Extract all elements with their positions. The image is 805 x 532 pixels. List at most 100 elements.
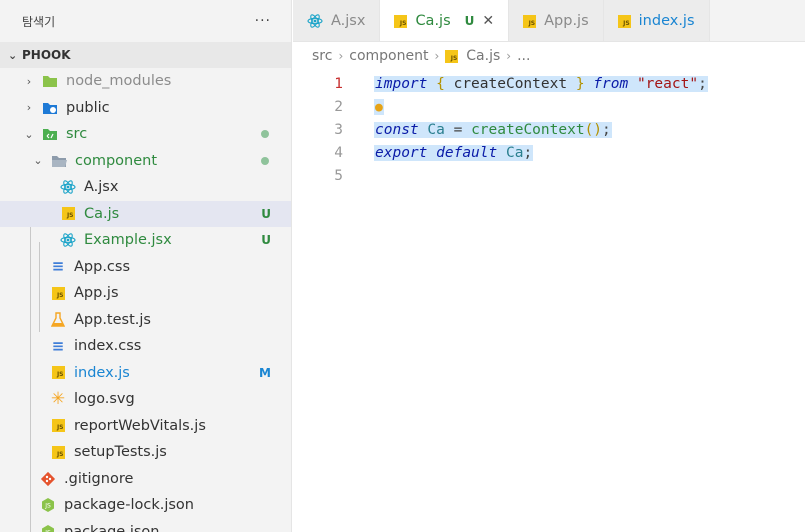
tree-item-label: package-lock.json — [64, 497, 194, 514]
breadcrumb-item[interactable]: component — [349, 48, 428, 64]
tree-item-label: package.json — [64, 523, 160, 532]
code-text: export default Ca; — [374, 144, 534, 161]
untracked-badge: U — [464, 14, 475, 28]
tree-item-label: App.css — [74, 258, 131, 275]
chevron-down-icon: ⌄ — [8, 48, 18, 62]
git-icon — [40, 471, 56, 487]
tree-item-label: src — [66, 126, 88, 143]
tree-item-label: .gitignore — [64, 470, 134, 487]
tab-app-js[interactable]: JS App.js — [509, 0, 604, 41]
tab-index-js[interactable]: JS index.js — [603, 0, 710, 41]
modified-dot — [261, 156, 269, 165]
folder-open-icon — [51, 153, 67, 169]
tree-item-index-css[interactable]: ≡ index.css — [0, 333, 291, 360]
untracked-badge: U — [261, 206, 271, 221]
nodejs-icon: JS — [40, 524, 56, 532]
js-file-icon: JS — [617, 14, 631, 28]
tree-item-label: A.jsx — [84, 179, 119, 196]
tree-item-logo-svg[interactable]: ✳ logo.svg — [0, 386, 291, 413]
tree-item-node-modules[interactable]: › node_modules — [0, 68, 291, 95]
editor-tabs: A.jsx JS Ca.js U ✕ JS App.js JS index.js — [293, 0, 805, 42]
js-file-icon: JS — [50, 444, 66, 460]
code-text: const Ca = createContext(); — [374, 121, 612, 138]
tree-item-app-test-js[interactable]: App.test.js — [0, 307, 291, 334]
tree-item-label: index.css — [74, 338, 142, 355]
folder-node-icon — [42, 73, 58, 89]
tree-item-app-css[interactable]: ≡ App.css — [0, 254, 291, 281]
lightbulb-icon[interactable]: ● — [374, 98, 384, 115]
folder-src-icon — [42, 126, 58, 142]
code-line: 4 export default Ca; — [293, 141, 805, 164]
tree-item-package-json[interactable]: JS package.json — [0, 519, 291, 532]
workspace-section-header[interactable]: ⌄ PHOOK — [0, 42, 291, 68]
tree-item-example-jsx[interactable]: Example.jsx U — [0, 227, 291, 254]
line-number: 4 — [334, 144, 343, 161]
js-file-icon: JS — [445, 49, 459, 63]
explorer-header: 탐색기 ··· — [0, 0, 291, 42]
css-file-icon: ≡ — [51, 257, 65, 276]
close-icon[interactable]: ✕ — [482, 13, 494, 29]
modified-badge: M — [259, 365, 271, 380]
tree-item-label: App.test.js — [74, 311, 151, 328]
breadcrumb-item[interactable]: ... — [517, 48, 530, 64]
chevron-right-icon: › — [26, 74, 32, 88]
tree-item-index-js[interactable]: JS index.js M — [0, 360, 291, 387]
tree-item-a-jsx[interactable]: A.jsx — [0, 174, 291, 201]
tree-item-report-web-vitals[interactable]: JS reportWebVitals.js — [0, 413, 291, 440]
tree-item-label: setupTests.js — [74, 444, 167, 461]
more-actions-icon[interactable]: ··· — [255, 13, 271, 29]
chevron-right-icon: › — [26, 101, 32, 115]
explorer-sidebar: 탐색기 ··· ⌄ PHOOK › node_modules › public … — [0, 0, 292, 532]
react-icon — [60, 179, 76, 195]
code-text: import { createContext } from "react"; — [374, 75, 708, 92]
js-file-icon: JS — [394, 14, 408, 28]
breadcrumb-item[interactable]: Ca.js — [466, 48, 500, 64]
code-line: 2 ● — [293, 95, 805, 118]
tree-item-src[interactable]: ⌄ src — [0, 121, 291, 148]
breadcrumb: src › component › JS Ca.js › ... — [293, 42, 805, 70]
explorer-title: 탐색기 — [22, 14, 56, 29]
tree-item-ca-js[interactable]: JS Ca.js U — [0, 200, 291, 227]
js-file-icon: JS — [60, 206, 76, 222]
tree-item-label: Ca.js — [84, 205, 120, 222]
tree-item-app-js[interactable]: JS App.js — [0, 280, 291, 307]
tab-label: index.js — [638, 13, 695, 29]
js-file-icon: JS — [523, 14, 537, 28]
tree-item-label: App.js — [74, 285, 119, 302]
chevron-right-icon: › — [338, 49, 344, 63]
chevron-right-icon: › — [434, 49, 440, 63]
chevron-down-icon: ⌄ — [24, 127, 34, 141]
tab-label: App.js — [544, 13, 589, 29]
code-line: 3 const Ca = createContext(); — [293, 118, 805, 141]
tree-item-label: reportWebVitals.js — [74, 417, 206, 434]
folder-public-icon — [42, 100, 58, 116]
line-number: 3 — [334, 121, 343, 138]
workspace-name: PHOOK — [22, 48, 71, 62]
code-editor[interactable]: 1 import { createContext } from "react";… — [293, 70, 805, 187]
tree-item-gitignore[interactable]: .gitignore — [0, 466, 291, 493]
nodejs-icon: JS — [40, 497, 56, 513]
tab-label: Ca.js — [415, 13, 451, 29]
tree-item-public[interactable]: › public — [0, 95, 291, 122]
tree-item-label: logo.svg — [74, 391, 135, 408]
chevron-down-icon: ⌄ — [33, 154, 43, 168]
tree-item-setup-tests[interactable]: JS setupTests.js — [0, 439, 291, 466]
tab-label: A.jsx — [331, 13, 366, 29]
js-file-icon: JS — [50, 418, 66, 434]
tree-item-label: Example.jsx — [84, 232, 172, 249]
tree-item-component[interactable]: ⌄ component — [0, 148, 291, 175]
tree-item-label: component — [75, 152, 158, 169]
tree-item-package-lock[interactable]: JS package-lock.json — [0, 492, 291, 519]
tab-a-jsx[interactable]: A.jsx — [293, 0, 381, 41]
untracked-badge: U — [261, 233, 271, 248]
tree-item-label: node_modules — [66, 73, 172, 90]
line-number: 1 — [334, 75, 343, 92]
tree-item-label: public — [66, 99, 110, 116]
line-number: 5 — [334, 167, 343, 184]
breadcrumb-item[interactable]: src — [312, 48, 332, 64]
chevron-right-icon: › — [506, 49, 512, 63]
test-flask-icon — [50, 312, 66, 328]
svg-file-icon: ✳ — [50, 389, 66, 410]
react-icon — [307, 13, 323, 29]
tab-ca-js[interactable]: JS Ca.js U ✕ — [380, 0, 510, 41]
